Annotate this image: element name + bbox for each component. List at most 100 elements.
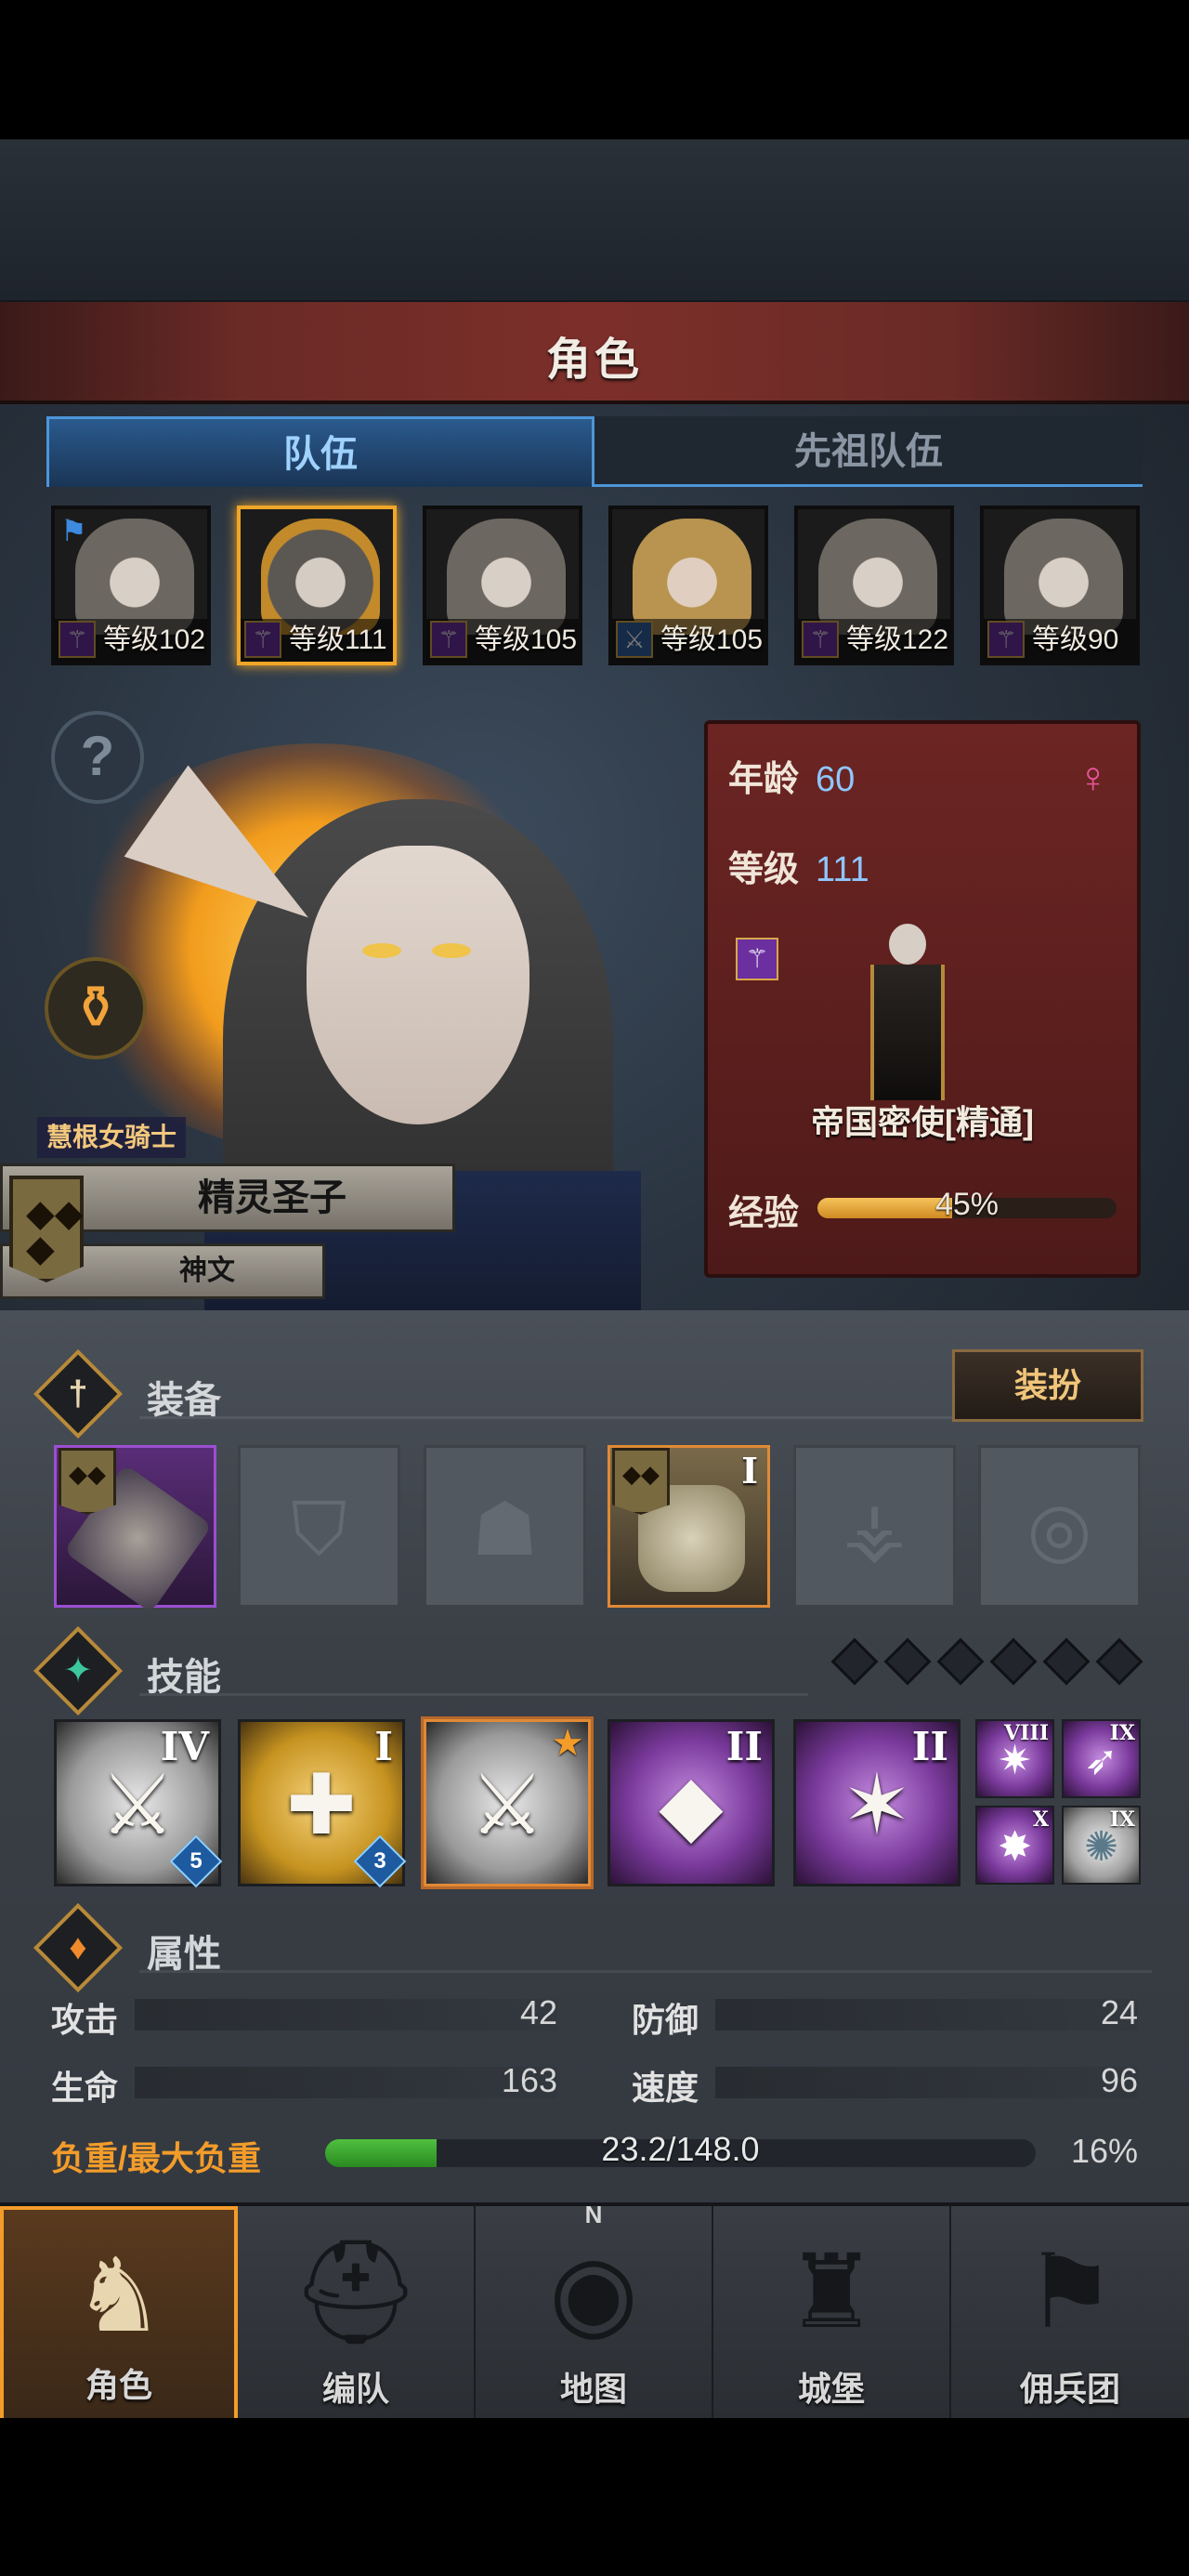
hero-level: 等级90: [984, 619, 1136, 662]
dress-button[interactable]: 装扮: [952, 1349, 1143, 1422]
staff-icon: [856, 924, 959, 1100]
age-label: 年龄: [728, 760, 800, 799]
skill-slot[interactable]: ✚ I 3: [238, 1719, 407, 1888]
stat-label: 攻击: [51, 2001, 119, 2039]
hero-card-selected[interactable]: ⚚ 等级111: [237, 506, 397, 665]
slot-diamond: [830, 1637, 879, 1686]
hero-card[interactable]: ⚑ ⚚ 等级102: [51, 506, 211, 665]
nav-mercenary[interactable]: ⚑ 佣兵团: [951, 2206, 1189, 2422]
ring-icon: ◎: [1026, 1488, 1092, 1571]
stat-defense: 防御 24: [632, 1993, 1138, 2039]
compass-icon: ◉: [549, 2235, 638, 2349]
nav-label: 地图: [559, 2370, 627, 2408]
attributes-header: ♦ 属性: [33, 1902, 1152, 1993]
status-area: [0, 0, 1189, 139]
stat-hp: 生命 163: [51, 2061, 557, 2107]
skill-slot[interactable]: ⚔ IV 5: [54, 1719, 223, 1888]
stat-attack: 攻击 42: [51, 1993, 557, 2039]
hero-card[interactable]: ⚔ 等级105: [608, 506, 768, 665]
helmet-icon: ☗: [471, 1488, 539, 1571]
level-row: 等级 111: [728, 840, 869, 891]
hero-portrait: [1004, 519, 1123, 635]
equip-slot-boots[interactable]: ⚶: [793, 1445, 956, 1608]
stat-label: 生命: [51, 2069, 119, 2107]
female-icon: ♀: [1077, 753, 1110, 801]
stat-value: 42: [519, 1993, 557, 2031]
nav-castle[interactable]: ♜ 城堡: [713, 2206, 951, 2422]
potion-icon[interactable]: ⚱: [45, 957, 147, 1059]
skill-slot-selected[interactable]: ⚔ ★: [424, 1719, 591, 1886]
level-label: 等级: [728, 850, 800, 889]
item-tier: I: [741, 1450, 758, 1492]
compass-north: N: [584, 2201, 603, 2228]
flag-icon: ⚑: [60, 514, 87, 547]
equip-slot-armor[interactable]: ◆◆ I: [608, 1445, 770, 1608]
equip-slot-ring[interactable]: ◎: [978, 1445, 1141, 1608]
hero-card[interactable]: ⚚ 等级105: [423, 506, 582, 665]
bottom-nav: ♞ 角色 ⛑ 编队 ◉ N 地图 ♜ 城堡 ⚑ 佣兵团: [0, 2201, 1189, 2422]
slot-diamond: [1042, 1637, 1091, 1686]
nav-label: 城堡: [797, 2370, 865, 2408]
skill-tier: II: [725, 1724, 763, 1769]
helmet-icon: ⛑: [291, 2235, 421, 2349]
drop-icon: ♦: [33, 1902, 124, 1993]
stat-value: 96: [1100, 2061, 1138, 2099]
nav-label: 佣兵团: [1019, 2370, 1120, 2408]
banner-icon: ◆◆: [59, 1448, 116, 1515]
hero-level: 等级105: [612, 619, 764, 662]
load-text: 23.2/148.0: [601, 2130, 760, 2168]
load-percent: 16%: [1070, 2132, 1138, 2170]
skill-slot[interactable]: ✶ II: [793, 1719, 960, 1886]
nav-map[interactable]: ◉ N 地图: [476, 2201, 713, 2422]
slot-diamond: [936, 1637, 985, 1686]
slot-diamond: [989, 1637, 1038, 1686]
skill-slot[interactable]: ◆ II: [608, 1719, 775, 1886]
class-icon: ⚚: [736, 938, 778, 980]
character-name: 精灵圣子: [198, 1177, 346, 1218]
nav-character[interactable]: ♞ 角色: [0, 2206, 238, 2422]
hero-portrait: [447, 519, 566, 635]
knight-icon: ♞: [72, 2239, 165, 2353]
hero-portrait: [633, 519, 751, 635]
passive-skill[interactable]: ✺ IX: [1062, 1806, 1141, 1885]
nav-formation[interactable]: ⛑ 编队: [238, 2206, 476, 2422]
skill-slots-indicator: [0, 1637, 1189, 1691]
banner-icon: ◆◆: [612, 1448, 670, 1515]
page-title: 角色: [545, 335, 643, 385]
mercenary-flag-icon: ⚑: [1024, 2235, 1117, 2349]
hero-roster: ⚑ ⚚ 等级102 ⚚ 等级111 ⚚ 等级105 ⚔ 等级105 ⚚ 等级12…: [51, 506, 1140, 668]
gem-count: 5: [189, 1848, 203, 1873]
age-row: 年龄 60: [728, 750, 855, 801]
age-value: 60: [816, 760, 856, 799]
stat-label: 防御: [632, 2001, 699, 2039]
nav-label: 编队: [321, 2370, 389, 2408]
hero-card[interactable]: ⚚ 等级122: [794, 506, 954, 665]
equip-slot-helmet[interactable]: ☗: [424, 1445, 586, 1608]
info-panel: 年龄 60 ♀ 等级 111 ⚚ 帝国密使[精通] 经验 45%: [704, 720, 1141, 1278]
passive-skill[interactable]: ✷ VIII: [975, 1719, 1054, 1798]
tab-ancestor-team[interactable]: 先祖队伍: [594, 416, 1143, 487]
boots-icon: ⚶: [843, 1488, 907, 1571]
header-bar: 角色: [0, 302, 1189, 404]
castle-icon: ♜: [785, 2235, 878, 2349]
skill-tier: I: [374, 1724, 393, 1769]
nav-bar-area: [0, 2418, 1189, 2576]
skill-tier: VIII: [1004, 1721, 1049, 1745]
passive-skill[interactable]: ➶ IX: [1062, 1719, 1141, 1798]
tab-team[interactable]: 队伍: [46, 416, 594, 487]
top-band: [0, 139, 1189, 302]
stat-value: 163: [501, 2061, 557, 2099]
hero-level: 等级111: [241, 619, 393, 662]
slot-diamond: [883, 1637, 932, 1686]
equip-slot-shield[interactable]: ⛉: [238, 1445, 400, 1608]
nav-label: 角色: [85, 2366, 152, 2404]
passive-skill[interactable]: ✸ X: [975, 1806, 1054, 1885]
gem-count: 3: [373, 1848, 386, 1873]
slot-diamond: [1095, 1637, 1143, 1686]
help-icon[interactable]: ?: [51, 711, 144, 804]
stat-label: 负重/最大负重: [51, 2139, 262, 2177]
hero-card[interactable]: ⚚ 等级90: [980, 506, 1140, 665]
equip-slot-weapon[interactable]: ◆◆: [54, 1445, 216, 1613]
shield-icon: ⛉: [291, 1488, 347, 1571]
cross-icon: †: [33, 1348, 124, 1439]
